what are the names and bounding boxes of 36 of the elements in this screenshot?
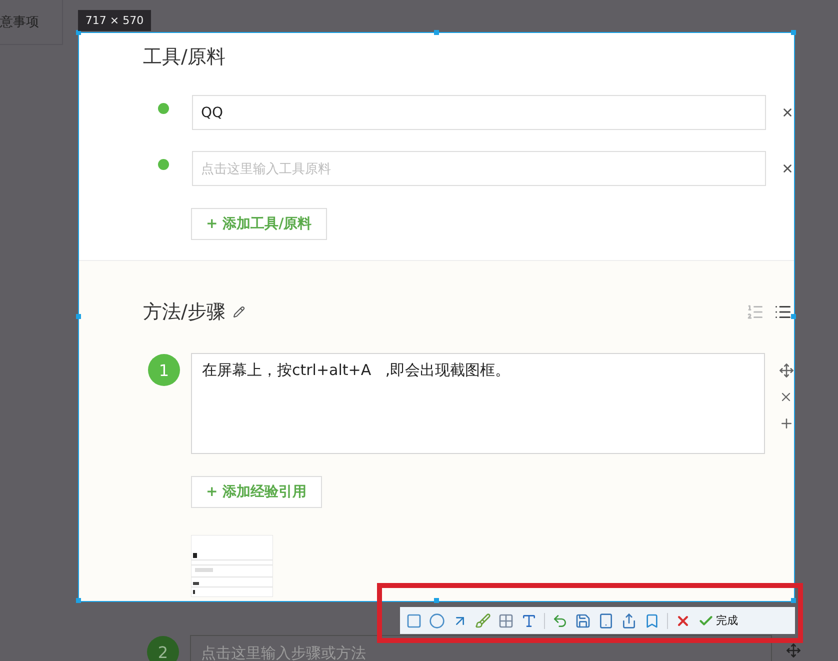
brush-tool-icon[interactable] xyxy=(475,612,491,628)
size-label: 717 × 570 xyxy=(78,10,151,31)
share-icon[interactable] xyxy=(621,612,637,628)
selection-handle[interactable] xyxy=(434,30,438,35)
tablet-icon[interactable] xyxy=(598,612,614,628)
step-text-field[interactable]: 在屏幕上，按ctrl+alt+A ,即会出现截图框。 xyxy=(191,353,765,454)
text-tool-icon[interactable] xyxy=(521,612,537,628)
bullet-dot xyxy=(158,159,169,170)
move-icon[interactable] xyxy=(779,363,794,378)
remove-icon[interactable] xyxy=(781,162,794,175)
add-icon[interactable] xyxy=(779,416,794,431)
undo-icon[interactable] xyxy=(552,612,568,628)
remove-icon[interactable] xyxy=(781,106,794,119)
selection-handle[interactable] xyxy=(76,598,81,603)
tool-input-field[interactable]: 点击这里输入工具原料 xyxy=(192,151,766,186)
step-number: 1 xyxy=(148,354,180,386)
section-title: 方法/步骤 xyxy=(143,300,226,325)
capture-selection[interactable]: 工具/原料 QQ 点击这里输入工具原料 + 添加工具/原料 方法/步骤 1 在屏幕上，按ctrl+alt+A ,即会出现截图框。 + 添加经验引用 xyxy=(78,32,795,602)
list-icon[interactable] xyxy=(774,303,792,321)
done-button[interactable]: 完成 xyxy=(698,612,738,628)
ellipse-tool-icon[interactable] xyxy=(429,612,445,628)
selection-handle[interactable] xyxy=(791,598,796,603)
selection-handle[interactable] xyxy=(434,598,438,603)
selection-handle[interactable] xyxy=(791,314,796,319)
selection-handle[interactable] xyxy=(76,314,81,319)
tool-input-field[interactable]: QQ xyxy=(192,95,766,130)
bookmark-icon[interactable] xyxy=(644,612,660,628)
rectangle-tool-icon[interactable] xyxy=(406,612,422,628)
mosaic-tool-icon[interactable] xyxy=(498,612,514,628)
step-number: 2 xyxy=(147,636,179,661)
bullet-dot xyxy=(158,103,169,114)
save-icon[interactable] xyxy=(575,612,591,628)
edit-icon[interactable] xyxy=(233,306,246,318)
section-title: 工具/原料 xyxy=(143,45,226,69)
selection-handle[interactable] xyxy=(791,30,796,35)
move-icon[interactable] xyxy=(786,643,801,658)
